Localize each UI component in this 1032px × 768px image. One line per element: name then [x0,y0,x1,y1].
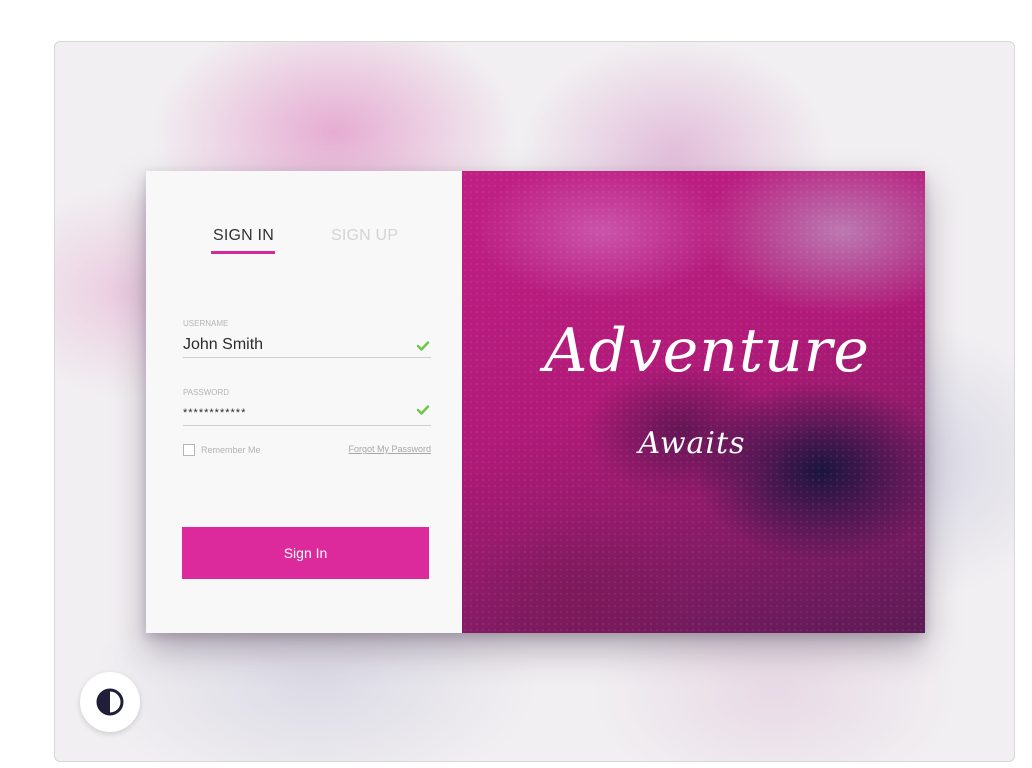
username-label: USERNAME [183,319,229,328]
hero-subline: Awaits [638,426,746,461]
tab-sign-up[interactable]: SIGN UP [331,227,398,245]
form-panel: SIGN IN SIGN UP USERNAME PASSWORD Rememb… [146,171,462,633]
password-input[interactable] [183,401,431,426]
forgot-password-link[interactable]: Forgot My Password [348,444,431,454]
password-label: PASSWORD [183,388,230,397]
hero-headline: Adventure [544,316,870,386]
login-card: SIGN IN SIGN UP USERNAME PASSWORD Rememb… [146,171,925,633]
username-input[interactable] [183,333,431,358]
contrast-icon [96,688,124,716]
check-icon [416,341,430,351]
check-icon [416,405,430,415]
contrast-toggle-button[interactable] [80,672,140,732]
remember-me-label: Remember Me [201,445,261,455]
remember-me-checkbox[interactable] [183,444,195,456]
tab-sign-in[interactable]: SIGN IN [213,227,274,245]
active-tab-indicator [211,251,275,254]
background-frame: SIGN IN SIGN UP USERNAME PASSWORD Rememb… [54,41,1015,762]
sign-in-button[interactable]: Sign In [182,527,429,579]
hero-image-panel: Adventure Awaits [462,171,925,633]
